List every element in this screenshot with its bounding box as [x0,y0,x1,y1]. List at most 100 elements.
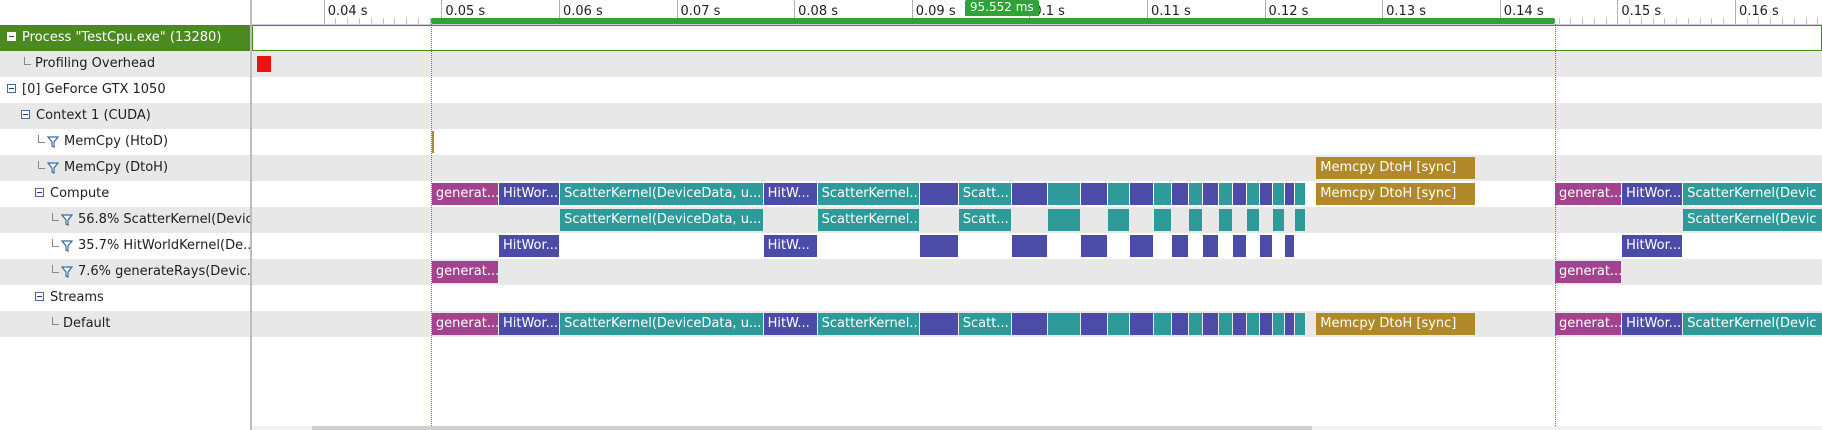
hitworld-kernel-bar[interactable] [919,183,958,205]
process-row[interactable]: Process "TestCpu.exe" (13280) [0,25,250,51]
hitworld-kernel-bar[interactable] [1232,235,1246,257]
scatter-kernel-bar[interactable]: ScatterKernel... [817,313,919,335]
hitworld-kernel-bar[interactable] [1081,235,1108,257]
hitworld-kernel-bar[interactable] [919,313,958,335]
horizontal-scrollbar[interactable] [252,426,1822,430]
hitworld-kernel-bar[interactable] [1284,235,1295,257]
hitworld-kernel-bar[interactable] [1259,183,1272,205]
hitworld-kernel-bar[interactable]: HitWor... [1622,235,1683,257]
scatter-kernel-bar[interactable] [1246,313,1259,335]
scatter-kernel-bar[interactable] [1272,183,1284,205]
scatter-kernel-bar[interactable] [1189,209,1203,231]
hitworld-kernel-bar[interactable]: HitWor... [498,183,560,205]
hitworld-kernel-bar[interactable] [1081,313,1108,335]
memcpy-dtoh-row[interactable]: MemCpy (DtoH) [0,155,250,181]
memcpy-htod-row[interactable]: MemCpy (HtoD) [0,129,250,155]
scatter-kernel-bar[interactable]: ScatterKernel... [817,183,919,205]
hitworld-kernel-bar[interactable] [1232,183,1246,205]
collapse-toggle-icon[interactable] [7,32,16,41]
scatter-kernel-bar[interactable] [1108,209,1130,231]
compute-row[interactable]: Compute [0,181,250,207]
hitworld-kernel-bar[interactable] [1284,313,1295,335]
collapse-toggle-icon[interactable] [21,110,30,119]
hitworld-kernel-bar[interactable] [919,235,958,257]
scatter-kernel-bar[interactable] [1048,209,1081,231]
scatter-kernel-bar[interactable] [1218,183,1232,205]
scatter-kernel-bar[interactable]: ScatterKernel(Devic [1683,183,1822,205]
scatter-kernel-bar[interactable] [1154,209,1171,231]
hitworld-kernel-bar[interactable]: HitW... [763,183,817,205]
scatter-kernel-bar[interactable] [1295,313,1305,335]
hitworld-kernel-bar[interactable]: HitWor... [1622,313,1683,335]
scatter-kernel-bar[interactable] [1218,209,1232,231]
hitworld-kernel-bar[interactable]: HitW... [763,235,817,257]
hitworld-kernel-bar[interactable] [1130,183,1153,205]
memcpy-dtoh-bar[interactable]: Memcpy DtoH [sync] [1316,183,1476,205]
filter-icon[interactable] [61,240,73,252]
scatter-kernel-row[interactable]: 56.8% ScatterKernel(Devic... [0,207,250,233]
hitworld-kernel-bar[interactable] [1259,313,1272,335]
scatter-kernel-bar[interactable] [1154,313,1171,335]
collapse-toggle-icon[interactable] [7,84,16,93]
hitworld-kernel-bar[interactable] [1203,183,1218,205]
scatter-kernel-bar[interactable] [1108,183,1130,205]
hitworld-kernel-bar[interactable]: HitWor... [498,313,560,335]
hitworld-kernel-bar[interactable] [1130,313,1153,335]
generate-rays-bar[interactable]: generat... [1555,261,1622,283]
memcpy-dtoh-bar[interactable] [431,131,434,153]
hitworld-kernel-bar[interactable]: HitWor... [1622,183,1683,205]
generate-rays-bar[interactable]: generat... [1555,183,1622,205]
scatter-kernel-bar[interactable]: ScatterKernel(DeviceData, u... [560,183,763,205]
hitworld-kernel-bar[interactable] [1130,235,1153,257]
hitworld-kernel-bar[interactable] [1284,183,1295,205]
scatter-kernel-bar[interactable]: ScatterKernel(DeviceData, u... [560,313,763,335]
timeline-panel[interactable]: 0.04 s 0.05 s 0.06 s 0.07 s 0.08 s 0.09 s 0.1 … [252,0,1822,430]
scatter-kernel-bar[interactable] [1048,313,1081,335]
scatter-kernel-bar[interactable] [1189,313,1203,335]
profiling-overhead-bar[interactable] [256,56,271,72]
hitworld-kernel-bar[interactable]: HitWor... [498,235,560,257]
gpu-row[interactable]: [0] GeForce GTX 1050 [0,77,250,103]
memcpy-dtoh-bar[interactable]: Memcpy DtoH [sync] [1316,157,1476,179]
generate-rays-bar[interactable]: generat... [431,313,498,335]
context-row[interactable]: Context 1 (CUDA) [0,103,250,129]
scatter-kernel-bar[interactable] [1218,313,1232,335]
hitworld-kernel-bar[interactable]: HitW... [763,313,817,335]
horizontal-scrollbar-thumb[interactable] [312,426,1312,430]
scatter-kernel-bar[interactable] [1295,209,1305,231]
scatter-kernel-bar[interactable] [1048,183,1081,205]
hitworld-kernel-bar[interactable] [1011,235,1048,257]
scatter-kernel-bar[interactable]: ScatterKernel... [817,209,919,231]
scatter-kernel-bar[interactable] [1246,183,1259,205]
scatter-kernel-bar[interactable] [1154,183,1171,205]
filter-icon[interactable] [47,162,59,174]
hitworld-kernel-row[interactable]: 35.7% HitWorldKernel(De... [0,233,250,259]
hitworld-kernel-bar[interactable] [1203,235,1218,257]
scatter-kernel-bar[interactable]: Scatt... [958,209,1011,231]
time-ruler[interactable]: 0.04 s 0.05 s 0.06 s 0.07 s 0.08 s 0.09 s 0.1 … [252,0,1822,25]
generate-rays-bar[interactable]: generat... [1555,313,1622,335]
hitworld-kernel-bar[interactable] [1171,183,1189,205]
scatter-kernel-bar[interactable]: Scatt... [958,313,1011,335]
hitworld-kernel-bar[interactable] [1011,313,1048,335]
scatter-kernel-bar[interactable] [1108,313,1130,335]
hitworld-kernel-bar[interactable] [1259,235,1272,257]
hitworld-kernel-bar[interactable] [1203,313,1218,335]
collapse-toggle-icon[interactable] [35,188,44,197]
profiling-overhead-row[interactable]: Profiling Overhead [0,51,250,77]
filter-icon[interactable] [61,266,73,278]
hitworld-kernel-bar[interactable] [1081,183,1108,205]
hitworld-kernel-bar[interactable] [1011,183,1048,205]
scatter-kernel-bar[interactable] [1246,209,1259,231]
generate-rays-bar[interactable]: generat... [431,261,498,283]
scatter-kernel-bar[interactable] [1272,313,1284,335]
default-stream-row[interactable]: Default [0,311,250,337]
scatter-kernel-bar[interactable] [1272,209,1284,231]
filter-icon[interactable] [61,214,73,226]
streams-row[interactable]: Streams [0,285,250,311]
scatter-kernel-bar[interactable] [1295,183,1305,205]
generate-rays-row[interactable]: 7.6% generateRays(Devic... [0,259,250,285]
filter-icon[interactable] [47,136,59,148]
scatter-kernel-bar[interactable]: ScatterKernel(Devic [1683,313,1822,335]
collapse-toggle-icon[interactable] [35,292,44,301]
